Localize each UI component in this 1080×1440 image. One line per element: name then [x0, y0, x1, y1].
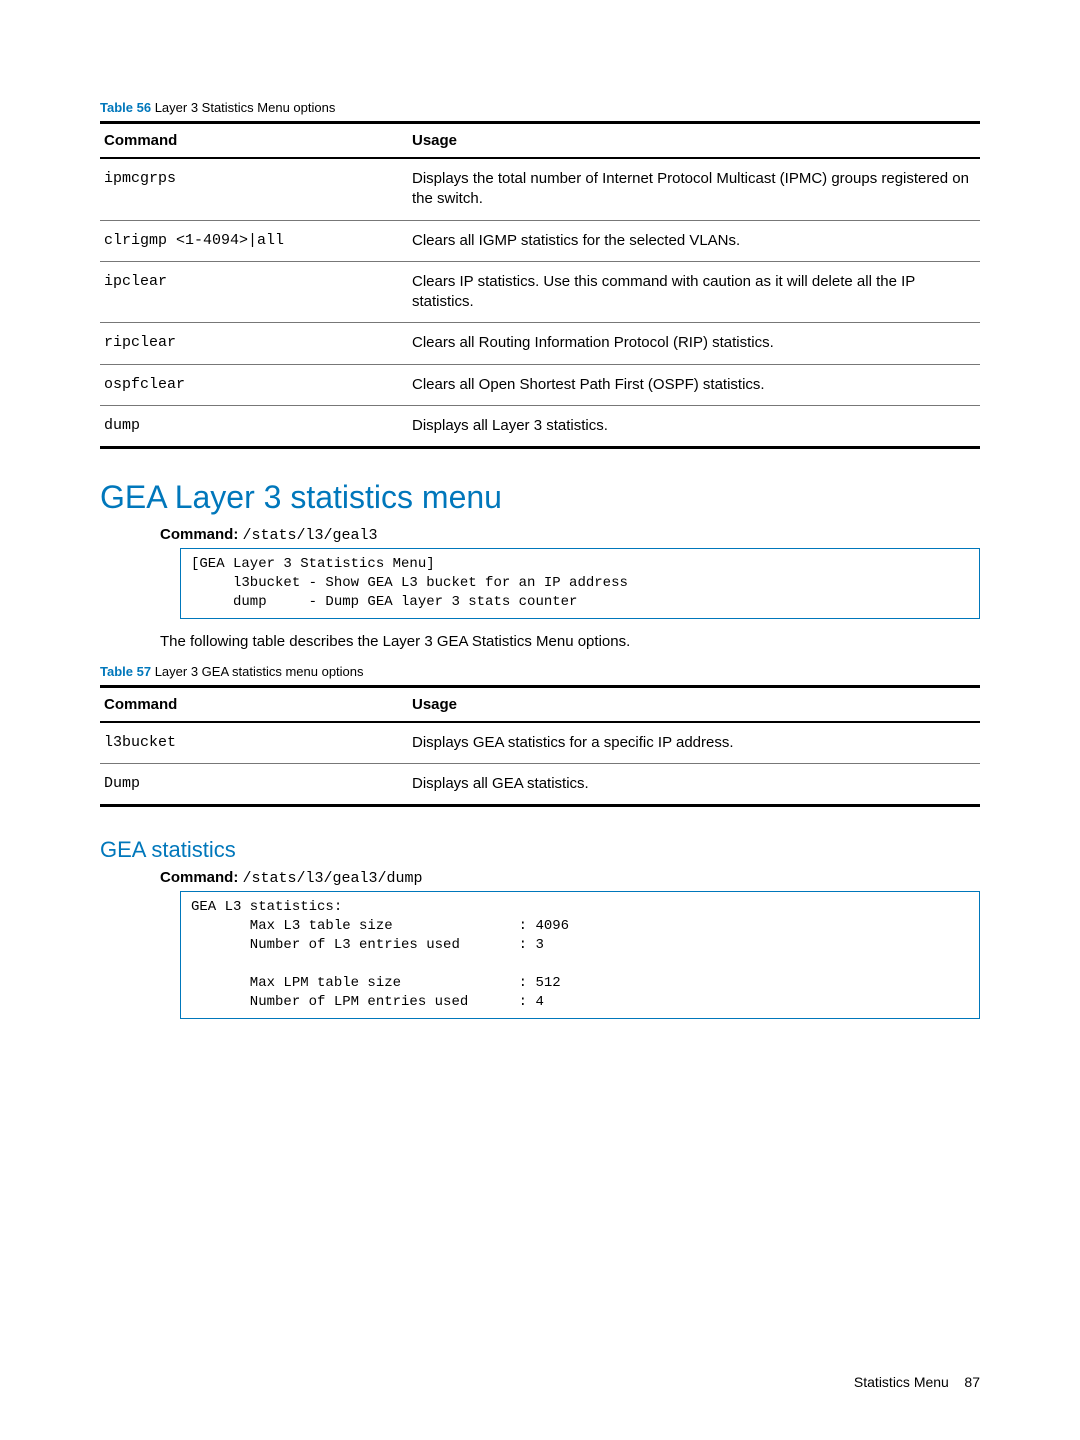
usage-cell: Clears all Open Shortest Path First (OSP…: [408, 364, 980, 405]
usage-cell: Displays all Layer 3 statistics.: [408, 405, 980, 447]
command-path: /stats/l3/geal3/dump: [243, 870, 423, 887]
footer-text: Statistics Menu: [854, 1374, 949, 1390]
cmd-cell: ripclear: [100, 323, 408, 364]
cmd-cell: l3bucket: [100, 722, 408, 764]
table56-title: Layer 3 Statistics Menu options: [155, 100, 336, 115]
usage-cell: Displays the total number of Internet Pr…: [408, 158, 980, 220]
table-row: ripclear Clears all Routing Information …: [100, 323, 980, 364]
table56-head-command: Command: [100, 123, 408, 159]
command-path: /stats/l3/geal3: [243, 527, 378, 544]
table56: Command Usage ipmcgrps Displays the tota…: [100, 121, 980, 449]
page-footer: Statistics Menu 87: [854, 1374, 980, 1390]
following-text: The following table describes the Layer …: [160, 633, 980, 650]
cmd-cell: Dump: [100, 763, 408, 805]
heading-gea-l3-stats-menu: GEA Layer 3 statistics menu: [100, 479, 980, 516]
command-line-geal3: Command: /stats/l3/geal3: [160, 526, 980, 544]
table57-caption: Table 57 Layer 3 GEA statistics menu opt…: [100, 664, 980, 679]
table57-head-usage: Usage: [408, 686, 980, 722]
table-row: ipclear Clears IP statistics. Use this c…: [100, 261, 980, 323]
table-row: l3bucket Displays GEA statistics for a s…: [100, 722, 980, 764]
codebox-geal3-menu: [GEA Layer 3 Statistics Menu] l3bucket -…: [180, 548, 980, 619]
cmd-cell: dump: [100, 405, 408, 447]
table57-number: Table 57: [100, 664, 151, 679]
cmd-cell: ipmcgrps: [100, 158, 408, 220]
cmd-cell: ospfclear: [100, 364, 408, 405]
command-label: Command:: [160, 869, 238, 886]
footer-page: 87: [964, 1374, 980, 1390]
codebox-geal3-dump: GEA L3 statistics: Max L3 table size : 4…: [180, 891, 980, 1018]
command-line-geal3-dump: Command: /stats/l3/geal3/dump: [160, 869, 980, 887]
heading-gea-statistics: GEA statistics: [100, 837, 980, 863]
table56-caption: Table 56 Layer 3 Statistics Menu options: [100, 100, 980, 115]
table56-head-usage: Usage: [408, 123, 980, 159]
table-row: ipmcgrps Displays the total number of In…: [100, 158, 980, 220]
table56-number: Table 56: [100, 100, 151, 115]
usage-cell: Displays GEA statistics for a specific I…: [408, 722, 980, 764]
usage-cell: Clears all IGMP statistics for the selec…: [408, 220, 980, 261]
usage-cell: Clears IP statistics. Use this command w…: [408, 261, 980, 323]
cmd-cell: clrigmp <1-4094>|all: [100, 220, 408, 261]
table-row: dump Displays all Layer 3 statistics.: [100, 405, 980, 447]
table-row: clrigmp <1-4094>|all Clears all IGMP sta…: [100, 220, 980, 261]
table57-title: Layer 3 GEA statistics menu options: [155, 664, 364, 679]
table57: Command Usage l3bucket Displays GEA stat…: [100, 685, 980, 808]
cmd-cell: ipclear: [100, 261, 408, 323]
usage-cell: Clears all Routing Information Protocol …: [408, 323, 980, 364]
table57-head-command: Command: [100, 686, 408, 722]
command-label: Command:: [160, 526, 238, 543]
usage-cell: Displays all GEA statistics.: [408, 763, 980, 805]
table-row: Dump Displays all GEA statistics.: [100, 763, 980, 805]
table-row: ospfclear Clears all Open Shortest Path …: [100, 364, 980, 405]
